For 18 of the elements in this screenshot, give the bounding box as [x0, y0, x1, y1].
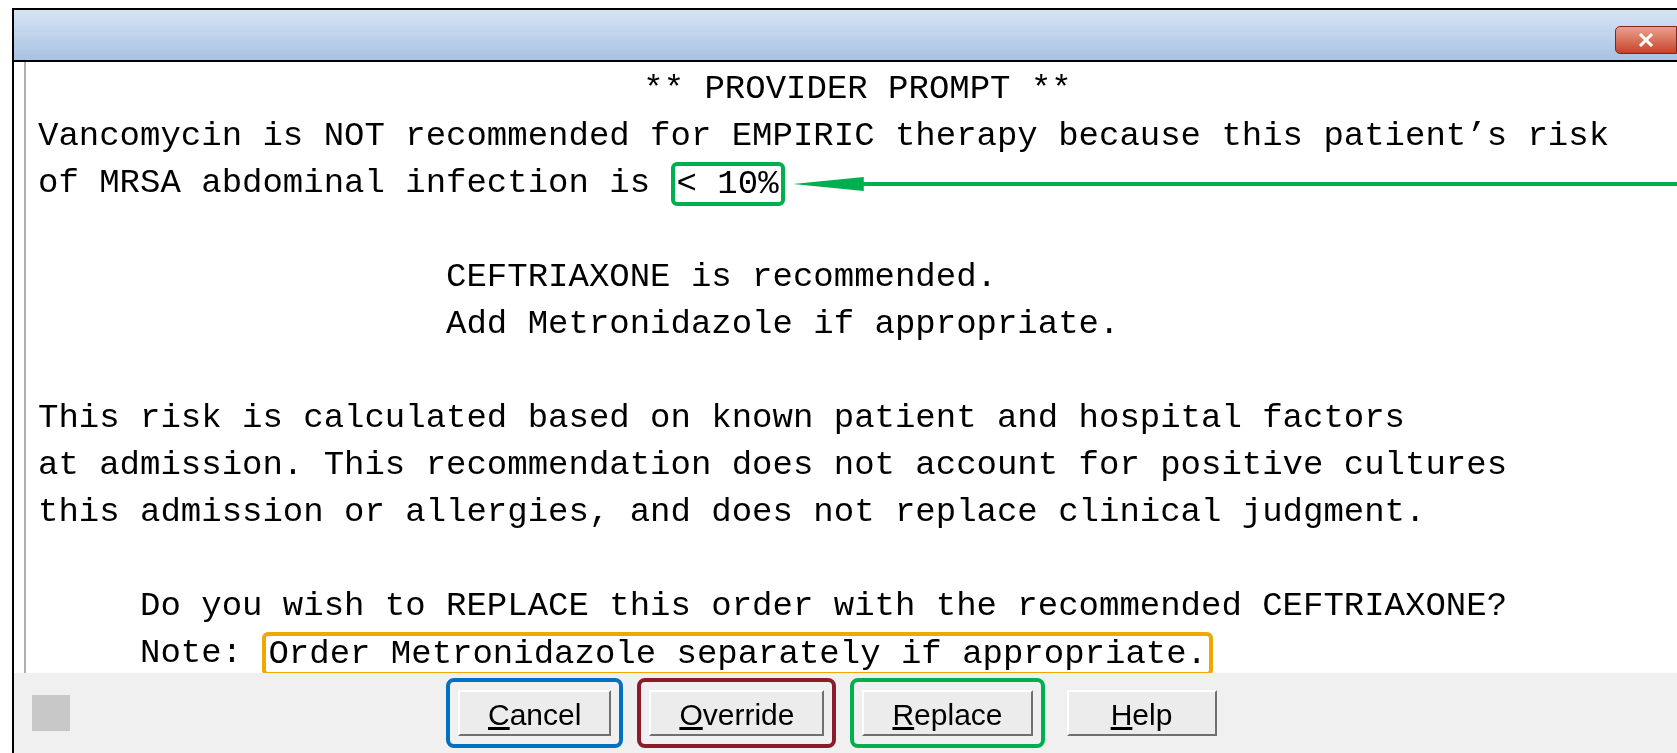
message-text: Add Metronidazole if appropriate. — [446, 304, 1120, 345]
message-title: ** PROVIDER PROMPT ** — [643, 69, 1072, 110]
dialog-button[interactable]: Cancel — [458, 690, 612, 736]
message-text: CEFTRIAXONE is recommended. — [446, 257, 997, 298]
close-button[interactable] — [1615, 26, 1677, 54]
dialog-button[interactable]: Override — [649, 690, 825, 736]
highlight-frame: < 10% — [670, 161, 785, 206]
message-text: Note: — [140, 633, 244, 673]
dialog-button[interactable]: Help — [1066, 690, 1217, 736]
message-text: this admission or allergies, and does not replace clinical judgment. — [38, 492, 1426, 533]
message-text: This risk is calculated based on known patient and hospital factors — [38, 398, 1406, 439]
dialog-button[interactable]: Replace — [862, 690, 1033, 736]
status-square — [32, 695, 70, 731]
message-text: at admission. This recommendation does not account for positive cultures — [38, 445, 1508, 486]
message-text: of MRSA abdominal infection is — [38, 163, 652, 204]
message-text: Do you wish to REPLACE this order with the recommended CEFTRIAXONE? — [140, 586, 1508, 627]
close-icon — [1638, 33, 1654, 47]
message-text: Vancomycin is NOT recommended for EMPIRIC therapy because this patient’s risk — [38, 116, 1610, 157]
